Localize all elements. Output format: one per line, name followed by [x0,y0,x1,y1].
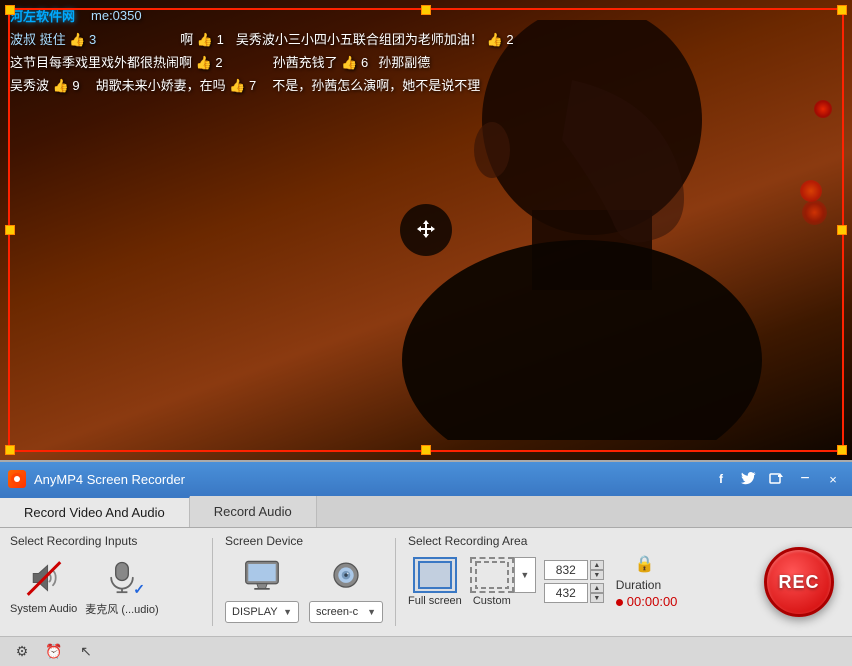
controls-area: Select Recording Inputs System Audio [0,528,852,636]
system-audio-label: System Audio [10,603,77,615]
microphone-label: 麦克风 (...udio) [85,601,158,617]
comment-3: 吴秀波小三小四小五联合组团为老师加油！ 👍 2 [236,29,514,48]
microphone-button[interactable]: 麦克风 (...udio) [85,554,158,617]
divider-1 [212,538,213,626]
recording-area-section: Select Recording Area Full screen [408,534,677,609]
tab-bar: Record Video And Audio Record Audio [0,496,852,528]
custom-area-dropdown[interactable]: ▼ [514,557,536,593]
tab-record-audio[interactable]: Record Audio [190,496,317,527]
video-area: 河左软件网 me:0350 波叔 挺住 👍 3 啊 👍 1 吴秀波小三小四小五联… [0,0,852,460]
height-input-wrap: ▲ ▼ [544,583,604,603]
custom-area-group: Custom ▼ [470,557,536,607]
height-input[interactable] [544,583,588,603]
screen-device-label: Screen Device [225,534,383,548]
microphone-icon-wrap [95,554,149,598]
comment-2: 啊 👍 1 [180,29,224,48]
width-down[interactable]: ▼ [590,570,604,580]
app-title: AnyMP4 Screen Recorder [34,472,702,487]
width-input[interactable] [544,560,588,580]
comment-9: 不是，孙茜怎么演啊，她不是说不理 [272,75,480,94]
display-icon-wrap [235,554,289,598]
divider-2 [395,538,396,626]
move-icon[interactable] [400,204,452,256]
screen-device-content: DISPLAY ▼ [225,554,383,623]
share-icon[interactable] [766,468,788,490]
close-button[interactable]: × [822,468,844,490]
tab-record-video-audio[interactable]: Record Video And Audio [0,496,190,527]
lock-duration-group: 🔒 Duration 00:00:00 [612,554,678,609]
camera-icon [328,558,364,594]
minimize-button[interactable]: − [794,468,816,490]
comment-5: 孙茜充钱了 👍 6 [273,52,369,71]
watermark: 河左软件网 [10,6,75,25]
recording-area-label: Select Recording Area [408,534,677,548]
microphone-icon [104,558,140,594]
lock-icon[interactable]: 🔒 [635,554,655,574]
comment-8: 胡歌未来小娇妻，在吗 👍 7 [96,75,257,94]
comment-7: 吴秀波 👍 9 [10,75,80,94]
title-bar: AnyMP4 Screen Recorder f − × [0,462,852,496]
bottom-toolbar: ⚙ ⏰ ↖ [0,636,852,666]
duration-label: Duration [616,578,661,592]
duration-value: 00:00:00 [616,594,678,609]
custom-label: Custom [473,595,511,607]
social-icon[interactable] [738,468,760,490]
width-up[interactable]: ▲ [590,560,604,570]
height-up[interactable]: ▲ [590,583,604,593]
background-lights [772,100,832,300]
system-audio-button[interactable]: System Audio [10,556,77,615]
recorder-panel: AnyMP4 Screen Recorder f − × Reco [0,460,852,666]
comment-1: me:0350 [91,8,142,23]
size-inputs: ▲ ▼ ▲ ▼ [544,560,604,603]
title-bar-controls: f − × [710,468,844,490]
custom-area-icon [470,557,514,593]
screen-device-section: Screen Device DISP [225,534,383,623]
height-down[interactable]: ▼ [590,593,604,603]
speaker-icon [26,560,62,596]
comment-6: 孙那副德 [378,52,430,71]
timer-button[interactable]: ⏰ [42,640,66,664]
custom-area-button[interactable]: Custom [470,557,514,607]
duration-section: Duration 00:00:00 [616,578,678,609]
width-spinner: ▲ ▼ [590,560,604,580]
custom-area-svg [475,561,509,589]
cursor-button[interactable]: ↖ [74,640,98,664]
display-device-button[interactable]: DISPLAY ▼ [225,554,299,623]
rec-label: REC [778,572,819,593]
height-spinner: ▲ ▼ [590,583,604,603]
full-screen-label: Full screen [408,595,462,607]
rec-button[interactable]: REC [764,547,834,617]
recording-inputs-section: Select Recording Inputs System Audio [10,534,200,617]
area-buttons: Full screen Custom ▼ [408,554,677,609]
comment-user-1: 波叔 挺住 👍 3 [10,29,96,48]
inputs-content: System Audio 麦克风 (...udio) [10,554,200,617]
display-dropdown[interactable]: DISPLAY ▼ [225,601,299,623]
app-logo [8,470,26,488]
system-audio-icon-wrap [17,556,71,600]
comments-overlay: 河左软件网 me:0350 波叔 挺住 👍 3 啊 👍 1 吴秀波小三小四小五联… [0,0,852,130]
full-screen-button[interactable]: Full screen [408,557,462,607]
screen-dropdown[interactable]: screen-c ▼ [309,601,383,623]
monitor-icon [244,558,280,594]
comment-4: 这节目每季戏里戏外都很热闹啊 👍 2 [10,52,223,71]
screen-capture-button[interactable]: screen-c ▼ [309,554,383,623]
full-screen-icon [413,557,457,593]
settings-button[interactable]: ⚙ [10,640,34,664]
facebook-icon[interactable]: f [710,468,732,490]
screen-capture-icon-wrap [319,554,373,598]
inputs-label: Select Recording Inputs [10,534,200,548]
full-screen-area-icon [418,561,452,589]
width-input-wrap: ▲ ▼ [544,560,604,580]
